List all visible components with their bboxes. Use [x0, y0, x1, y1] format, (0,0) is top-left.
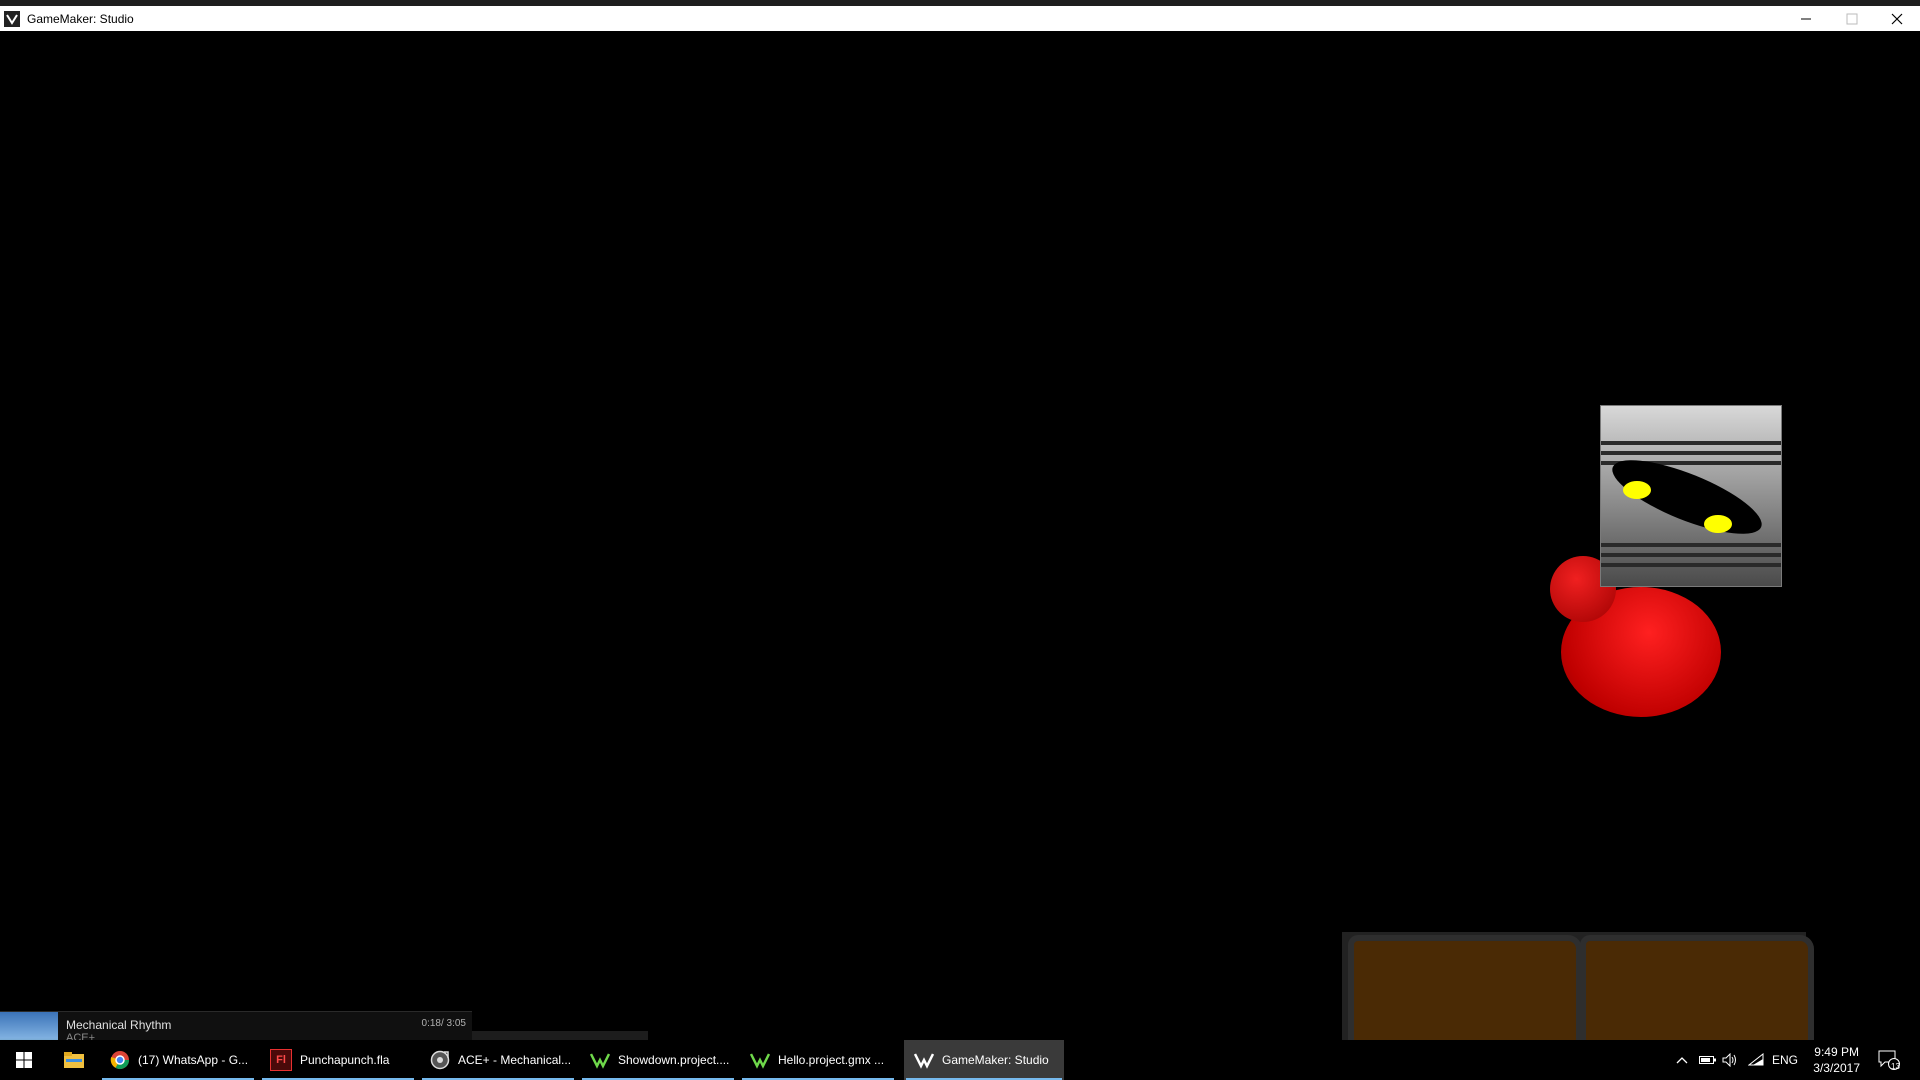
volume-button[interactable]: [1718, 1040, 1742, 1080]
close-button[interactable]: [1874, 6, 1920, 31]
windows-start-icon: [16, 1052, 32, 1068]
head-stripe: [1601, 563, 1781, 567]
head-stripe: [1601, 543, 1781, 547]
taskbar-item-media-player[interactable]: ACE+ - Mechanical...: [420, 1040, 576, 1080]
taskbar-item-label: Punchapunch.fla: [300, 1053, 390, 1067]
title-bar[interactable]: GameMaker: Studio: [0, 6, 1920, 31]
chrome-icon: [110, 1050, 130, 1070]
minimize-button[interactable]: [1783, 6, 1829, 31]
taskbar-item-label: ACE+ - Mechanical...: [458, 1053, 572, 1067]
minimize-icon: [1801, 18, 1811, 19]
head-stripe: [1601, 441, 1781, 445]
taskbar-item-punchapunch[interactable]: Fl Punchapunch.fla: [260, 1040, 416, 1080]
close-icon: [1891, 13, 1903, 24]
maximize-button[interactable]: [1829, 6, 1875, 31]
taskbar-item-label: Showdown.project....: [618, 1053, 730, 1067]
wifi-icon: [1748, 1053, 1764, 1066]
show-hidden-icons-button[interactable]: [1670, 1040, 1694, 1080]
taskbar-item-hello-project[interactable]: Hello.project.gmx ...: [740, 1040, 896, 1080]
robot-eye-right: [1704, 515, 1732, 533]
gamemaker-icon: [750, 1050, 770, 1070]
taskbar-item-label: Hello.project.gmx ...: [778, 1053, 885, 1067]
battery-button[interactable]: [1696, 1040, 1720, 1080]
mini-player[interactable]: Mechanical Rhythm ACE+ ★★★★★ 0:18/ 3:05: [0, 1011, 472, 1040]
head-stripe: [1601, 553, 1781, 557]
taskbar-item-whatsapp[interactable]: (17) WhatsApp - G...: [100, 1040, 256, 1080]
network-button[interactable]: [1744, 1040, 1768, 1080]
track-time: 0:18/ 3:05: [421, 1018, 466, 1029]
crate-block: [1348, 935, 1582, 1040]
start-button[interactable]: [0, 1040, 48, 1080]
robot-head-sprite: [1600, 405, 1782, 587]
taskbar-item-label: (17) WhatsApp - G...: [138, 1053, 249, 1067]
maximize-icon: [1846, 13, 1858, 24]
clock-date: 3/3/2017: [1813, 1061, 1860, 1075]
crate-block: [1580, 935, 1814, 1040]
gamemaker-icon: [590, 1050, 610, 1070]
gamemaker-icon: [914, 1050, 934, 1070]
taskbar-item-file-explorer[interactable]: [50, 1040, 98, 1080]
track-title: Mechanical Rhythm: [66, 1018, 172, 1032]
robot-eye-left: [1623, 481, 1651, 499]
taskbar-item-showdown[interactable]: Showdown.project....: [580, 1040, 736, 1080]
floor-tile: [470, 1031, 648, 1040]
taskbar-item-gamemaker-studio[interactable]: GameMaker: Studio: [904, 1040, 1064, 1080]
track-artist: ACE+: [66, 1032, 96, 1040]
head-stripe: [1601, 451, 1781, 455]
flash-icon: Fl: [270, 1049, 292, 1071]
gamemaker-app-icon[interactable]: [4, 10, 20, 27]
taskbar: (17) WhatsApp - G... Fl Punchapunch.fla …: [0, 1040, 1920, 1080]
clock-time: 9:49 PM: [1814, 1045, 1859, 1059]
window-title: GameMaker: Studio: [27, 11, 134, 26]
game-canvas[interactable]: Mechanical Rhythm ACE+ ★★★★★ 0:18/ 3:05: [0, 31, 1920, 1040]
battery-icon: [1699, 1056, 1716, 1064]
taskbar-item-label: GameMaker: Studio: [942, 1053, 1049, 1067]
file-explorer-icon: [64, 1052, 84, 1068]
chevron-up-icon: [1676, 1057, 1688, 1064]
album-art: [0, 1012, 58, 1040]
action-center-button[interactable]: 13: [1872, 1040, 1906, 1080]
taskbar-clock[interactable]: 9:49 PM 3/3/2017: [1813, 1044, 1860, 1076]
language-indicator[interactable]: ENG: [1770, 1040, 1800, 1080]
notification-count: 13: [1891, 1062, 1900, 1071]
media-player-icon: [430, 1050, 450, 1070]
speaker-icon: [1722, 1053, 1736, 1067]
